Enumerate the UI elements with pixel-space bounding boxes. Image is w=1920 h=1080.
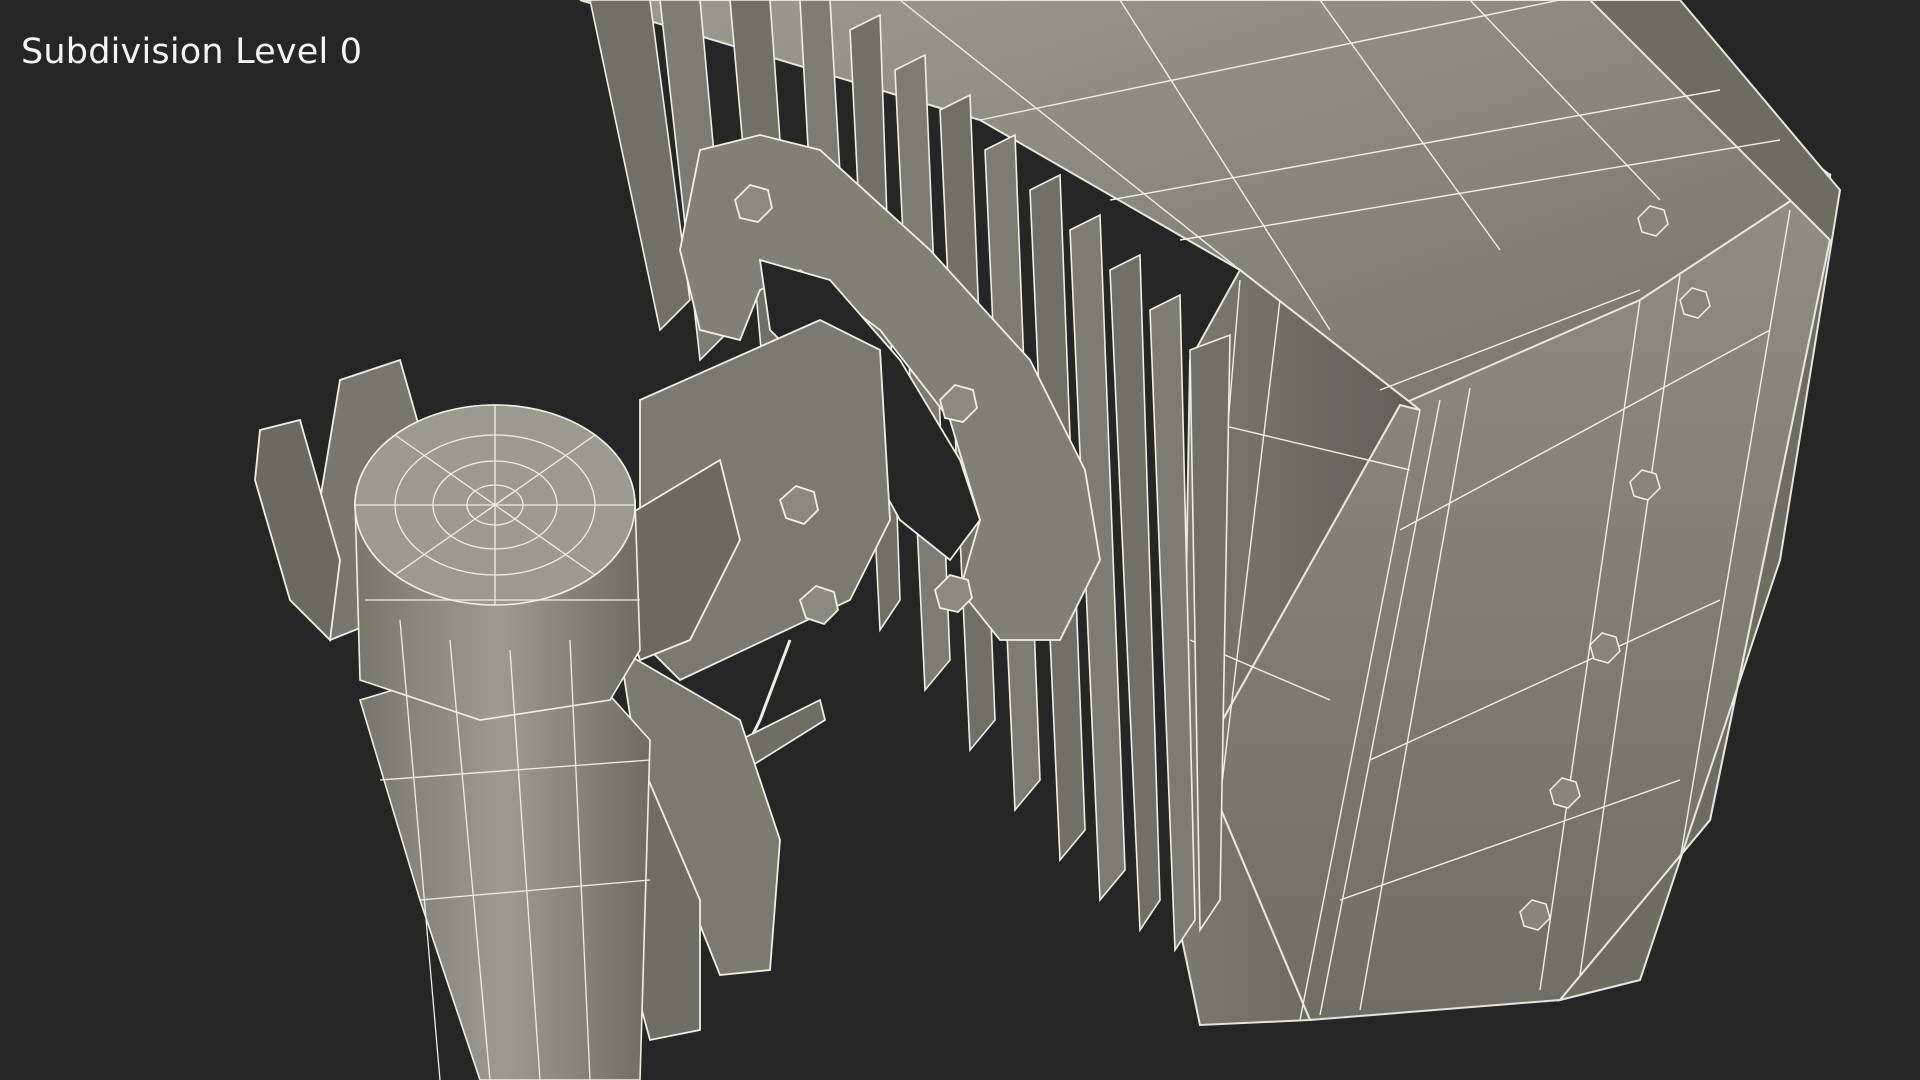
subdivision-level-label: Subdivision Level 0 xyxy=(21,32,363,72)
pole xyxy=(354,404,651,1080)
wireframe-render xyxy=(254,0,1842,1080)
3d-viewport[interactable]: Subdivision Level 0 xyxy=(0,0,1920,1080)
